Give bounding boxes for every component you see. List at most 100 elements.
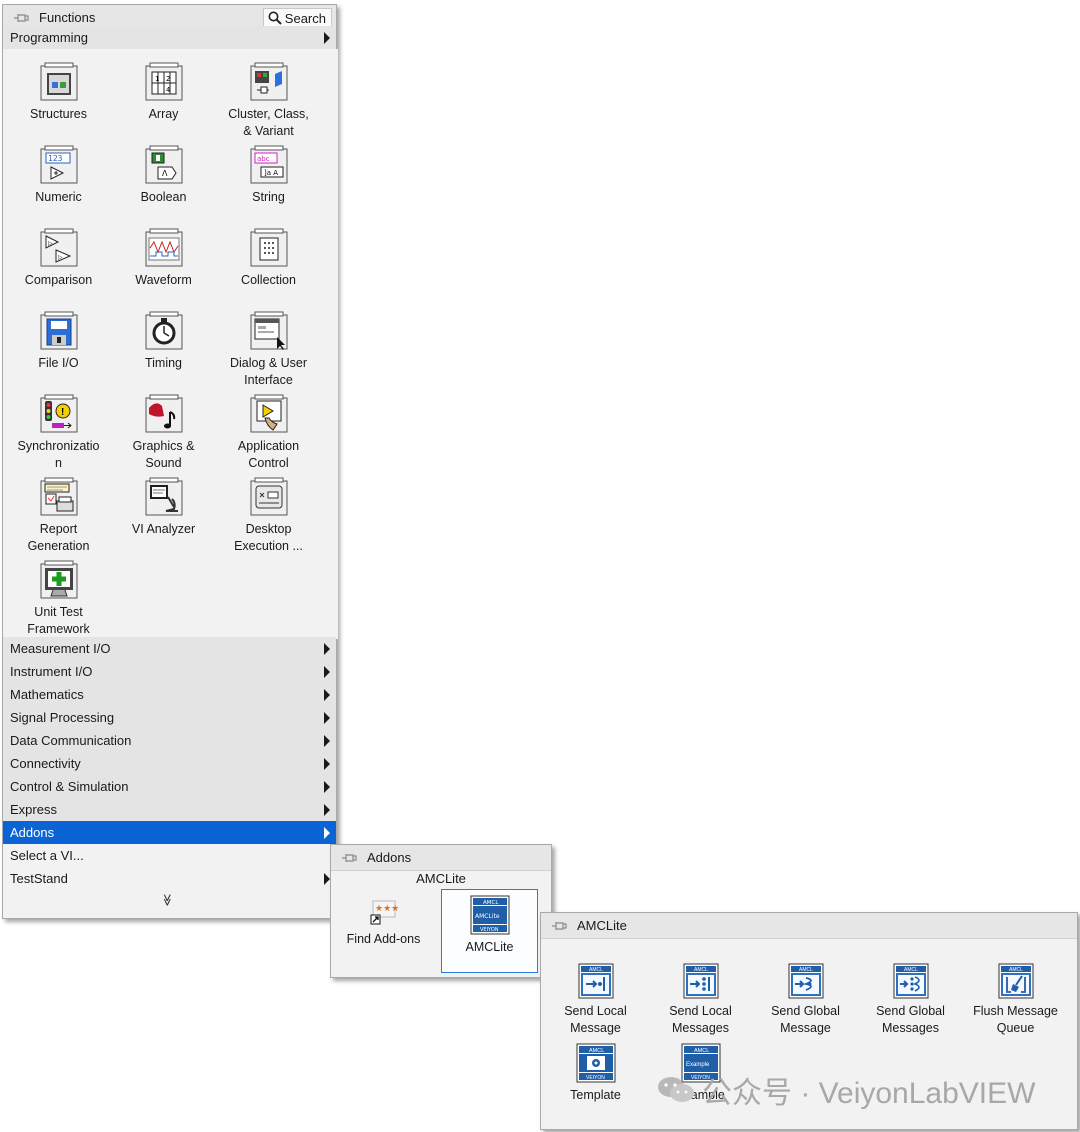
category-signal-processing[interactable]: Signal Processing [3, 706, 336, 729]
palette-icon-file-io[interactable]: File I/O [6, 311, 111, 372]
icon-label-line2: Sound [145, 456, 182, 470]
icon-label: Report [39, 522, 78, 536]
icon-label-line2: Generation [27, 539, 90, 553]
svg-text:Λ: Λ [162, 169, 168, 178]
palette-title: Functions [39, 10, 96, 25]
svg-text:★★★: ★★★ [375, 903, 399, 913]
icon-label: Collection [241, 273, 296, 287]
palette-icon-numeric[interactable]: 123 Numeric [6, 145, 111, 206]
palette-icon-structures[interactable]: Structures [6, 62, 111, 123]
submenu-arrow-icon [324, 689, 330, 701]
svg-text:1: 1 [155, 75, 159, 83]
palette-icon-boolean[interactable]: Λ Boolean [111, 145, 216, 206]
category-instrument-io[interactable]: Instrument I/O [3, 660, 336, 683]
category-label: Connectivity [10, 756, 81, 771]
palette-icon-array[interactable]: 12 4 Array [111, 62, 216, 123]
floppy-disk-icon [39, 311, 79, 351]
category-label: Control & Simulation [10, 779, 129, 794]
watermark-text: 公众号 · VeiyonLabVIEW [702, 1077, 1036, 1110]
category-label: TestStand [10, 871, 68, 886]
palette-icon-application-control[interactable]: Application Control [216, 394, 321, 472]
svg-text:▷: ▷ [48, 241, 53, 247]
pin-icon[interactable] [551, 919, 567, 933]
submenu-arrow-icon [324, 758, 330, 770]
palette-icon-dialog[interactable]: Dialog & User Interface [216, 311, 321, 389]
icon-label-line2: Messages [672, 1021, 729, 1035]
template-item[interactable]: AMCL VEIYON Template [543, 1043, 648, 1104]
svg-text:AMCLite: AMCLite [475, 913, 500, 920]
palette-icon-synchronization[interactable]: ! Synchronizatio n [6, 394, 111, 472]
category-label: Signal Processing [10, 710, 115, 725]
palette-icon-graphics-sound[interactable]: Graphics & Sound [111, 394, 216, 472]
amclite-item-selected[interactable]: AMCL AMCLite VEIYON AMCLite [441, 889, 538, 973]
category-mathematics[interactable]: Mathematics [3, 683, 336, 706]
icon-label: Comparison [24, 273, 93, 287]
category-measurement-io[interactable]: Measurement I/O [3, 637, 336, 660]
addons-titlebar[interactable]: Addons [331, 845, 551, 871]
category-label: Programming [10, 30, 89, 45]
send-local-message-item[interactable]: AMCL Send Local Message [543, 963, 648, 1037]
report-printer-icon [39, 477, 79, 517]
palette-icon-timing[interactable]: Timing [111, 311, 216, 372]
category-addons[interactable]: Addons [3, 821, 336, 844]
waveform-icon [144, 228, 184, 268]
category-control-simulation[interactable]: Control & Simulation [3, 775, 336, 798]
svg-text:AMCL: AMCL [694, 1048, 709, 1054]
icon-label: Unit Test [34, 605, 83, 619]
show-more-chevron-icon[interactable]: ≫ [160, 894, 174, 907]
palette-icon-collection[interactable]: Collection [216, 228, 321, 289]
find-addons-icon: ★★★ [369, 897, 399, 927]
icon-label-line2: Queue [996, 1021, 1035, 1035]
icon-label-line2: Framework [27, 622, 90, 636]
category-teststand[interactable]: TestStand [3, 867, 336, 890]
addons-header: AMCLite [416, 871, 466, 886]
boolean-icon: Λ [144, 145, 184, 185]
functions-palette: Functions Search Programming Structures … [2, 4, 338, 919]
graphics-sound-icon [144, 394, 184, 434]
category-select-a-vi[interactable]: Select a VI... [3, 844, 336, 867]
svg-text:▷: ▷ [58, 255, 63, 261]
svg-text:AMCL: AMCL [694, 967, 708, 973]
amclite-icon: AMCL AMCLite VEIYON [470, 895, 510, 935]
submenu-arrow-icon [324, 804, 330, 816]
category-connectivity[interactable]: Connectivity [3, 752, 336, 775]
icon-label-line2: Control [248, 456, 289, 470]
svg-text:AMCL: AMCL [799, 967, 813, 973]
palette-icon-cluster[interactable]: Cluster, Class, & Variant [216, 62, 321, 140]
palette-icon-report-generation[interactable]: Report Generation [6, 477, 111, 555]
string-icon: abc]a A [249, 145, 289, 185]
send-local-messages-icon: AMCL [683, 963, 719, 999]
icon-label-line2: & Variant [243, 124, 294, 138]
broom-icon: AMCL [998, 963, 1034, 999]
palette-icon-comparison[interactable]: ▷ ▷ Comparison [6, 228, 111, 289]
category-label: Mathematics [10, 687, 84, 702]
send-global-messages-item[interactable]: AMCL Send Global Messages [858, 963, 963, 1037]
search-icon [268, 11, 282, 25]
search-button[interactable]: Search [262, 8, 332, 28]
send-global-messages-icon: AMCL [893, 963, 929, 999]
icon-label: Dialog & User [229, 356, 308, 370]
palette-icon-desktop-execution[interactable]: Desktop Execution ... [216, 477, 321, 555]
category-programming[interactable]: Programming [3, 26, 336, 49]
template-icon: AMCL VEIYON [576, 1043, 616, 1083]
category-express[interactable]: Express [3, 798, 336, 821]
pin-icon[interactable] [341, 851, 357, 865]
palette-icon-waveform[interactable]: Waveform [111, 228, 216, 289]
palette-icon-unit-test[interactable]: Unit Test Framework [6, 560, 111, 638]
numeric-icon: 123 [39, 145, 79, 185]
amclite-titlebar[interactable]: AMCLite [541, 913, 1077, 939]
palette-icon-vi-analyzer[interactable]: VI Analyzer [111, 477, 216, 538]
addons-palette: Addons AMCLite ★★★ Find Add-ons AMCL AMCL… [330, 844, 552, 978]
flush-message-queue-item[interactable]: AMCL Flush Message Queue [963, 963, 1068, 1037]
send-global-message-item[interactable]: AMCL Send Global Message [753, 963, 858, 1037]
svg-text:123: 123 [48, 154, 63, 163]
watermark: 公众号 · VeiyonLabVIEW [656, 1068, 1035, 1112]
category-data-communication[interactable]: Data Communication [3, 729, 336, 752]
array-icon: 12 4 [144, 62, 184, 102]
send-local-messages-item[interactable]: AMCL Send Local Messages [648, 963, 753, 1037]
palette-icon-string[interactable]: abc]a A String [216, 145, 321, 206]
pin-icon[interactable] [13, 11, 29, 25]
find-addons-item[interactable]: ★★★ Find Add-ons [331, 897, 436, 948]
cluster-icon [249, 62, 289, 102]
svg-text:AMCL: AMCL [589, 1048, 604, 1054]
